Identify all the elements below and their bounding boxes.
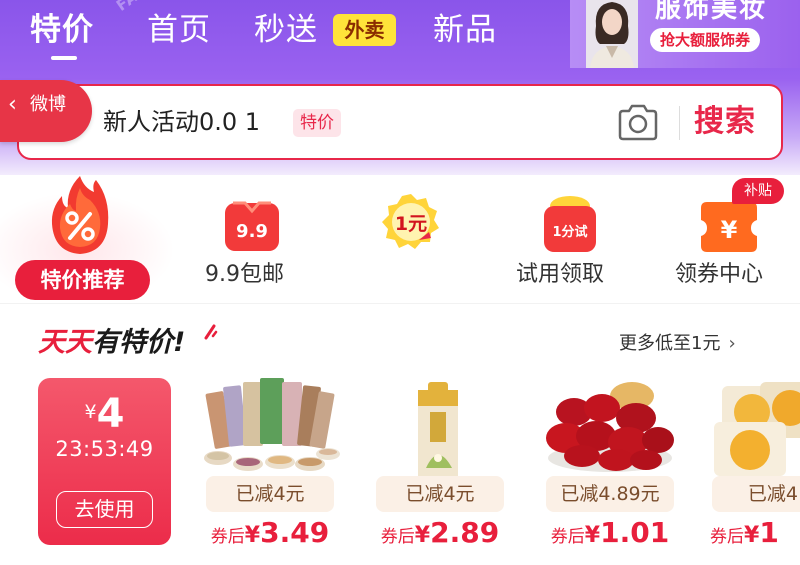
price-currency: ¥ [244, 523, 261, 548]
discount-tag: 已减4.89元 [546, 476, 674, 512]
section-title: 天天有特价! [38, 324, 185, 362]
nav-label-9-9: 9.9包邮 [205, 262, 284, 287]
takeout-badge: 外卖 [333, 14, 396, 46]
coupon-yen-icon: ¥ [701, 202, 757, 252]
product-card[interactable]: 已减4元 券后¥2.89 [366, 372, 514, 562]
nav-label-coupon-center: 领券中心 [675, 262, 764, 287]
discount-tag: 已减4元 [376, 476, 504, 512]
price-after-coupon: 券后¥1 [710, 514, 800, 556]
countdown-timer: 23:53:49 [55, 437, 154, 461]
chevron-right-icon: › [728, 333, 736, 354]
daily-deals-section: 天天有特价! 更多低至1元 › ¥4 23:53:49 去使用 已减4元 券后¥… [0, 303, 800, 565]
product-image-red-dates [546, 382, 674, 472]
discount-tag: 已减4. [712, 476, 800, 512]
product-card[interactable]: 已减4.89元 券后¥1.01 [536, 372, 684, 562]
search-tag: 特价 [293, 109, 341, 137]
percent-flame-icon [51, 176, 109, 254]
price-prefix: 券后 [710, 527, 744, 547]
section-title-red: 天天 [38, 327, 92, 358]
featured-deals-label: 特价推荐 [15, 260, 150, 300]
nav-9-9-free-shipping[interactable]: 9.9 9.9包邮 [195, 172, 305, 302]
box-9.9-icon: 9.9 [225, 201, 279, 251]
trial-icon-text: 1分试 [552, 224, 587, 240]
price-amount: 1 [759, 516, 779, 549]
price-prefix: 券后 [550, 527, 585, 547]
search-divider [679, 106, 680, 140]
price-after-coupon: 券后¥1.01 [536, 514, 684, 556]
header: FAS 特价 首页 秒送 外卖 新品 服饰美妆 抢大额服饰券 新人活动0.0 1… [0, 0, 800, 175]
price-currency: ¥ [744, 523, 760, 548]
coupon-card[interactable]: ¥4 23:53:49 去使用 [38, 378, 171, 545]
price-currency: ¥ [584, 523, 601, 548]
search-input[interactable]: 新人活动0.0 1 [103, 104, 260, 140]
model-avatar [586, 0, 638, 68]
top-tabs: FAS 特价 首页 秒送 外卖 新品 [0, 0, 560, 68]
tab-special-price[interactable]: 特价 [30, 8, 94, 52]
ad-coupon-button[interactable]: 抢大额服饰券 [650, 28, 761, 52]
camera-icon[interactable] [616, 103, 660, 143]
tab-home[interactable]: 首页 [147, 8, 211, 52]
use-coupon-button[interactable]: 去使用 [56, 491, 153, 528]
tab-instant-delivery[interactable]: 秒送 [254, 8, 318, 52]
product-image-cereal [204, 378, 340, 471]
back-link-label: 微博 [30, 94, 66, 115]
nav-label-free-trial: 试用领取 [516, 262, 605, 287]
coupon-value: 4 [96, 391, 125, 437]
product-image-egg-cakes [714, 382, 800, 476]
search-button[interactable]: 搜索 [694, 101, 756, 143]
box-icon-text: 9.9 [236, 221, 268, 242]
spark-icon [204, 324, 218, 340]
price-amount: 3.49 [260, 516, 330, 549]
coupon-icon-text: ¥ [721, 216, 738, 244]
subsidy-badge: 补贴 [732, 178, 784, 204]
coupon-currency: ¥ [84, 401, 97, 423]
quick-nav: 特价推荐 9.9 9.9包邮 1元 1分试 试用领取 ¥ 领券中心 补贴 [0, 172, 800, 302]
price-amount: 1.01 [600, 516, 670, 549]
price-after-coupon: 券后¥3.49 [196, 514, 344, 556]
price-prefix: 券后 [380, 527, 415, 547]
back-arrow-icon: ‹ [8, 92, 17, 117]
ad-title: 服饰美妆 [655, 0, 768, 24]
more-deals-label: 更多低至1元 [619, 333, 721, 354]
one-yuan-icon: 1元 [382, 194, 439, 249]
back-to-weibo-button[interactable]: ‹ 微博 [0, 80, 92, 142]
product-card[interactable]: 已减4元 券后¥3.49 [196, 372, 344, 562]
trial-bag-icon: 1分试 [544, 196, 596, 252]
discount-tag: 已减4元 [206, 476, 334, 512]
fashion-ad-banner[interactable]: 服饰美妆 抢大额服饰券 [570, 0, 800, 68]
product-card[interactable]: 已减4. 券后¥1 [702, 372, 800, 562]
section-title-dark: 有特价! [92, 327, 186, 358]
tab-new-products[interactable]: 新品 [433, 8, 497, 52]
price-currency: ¥ [414, 523, 431, 548]
one-yuan-icon-text: 1元 [395, 213, 427, 235]
price-amount: 2.89 [430, 516, 500, 549]
nav-featured-deals[interactable]: 特价推荐 [0, 172, 175, 302]
active-tab-indicator [51, 56, 77, 60]
price-prefix: 券后 [210, 527, 245, 547]
product-image-rice [418, 382, 458, 480]
watermark: FAS [113, 0, 151, 15]
nav-free-trial[interactable]: 1分试 试用领取 [510, 172, 630, 302]
price-after-coupon: 券后¥2.89 [366, 514, 514, 556]
more-deals-link[interactable]: 更多低至1元 › [619, 331, 736, 357]
search-bar[interactable]: 新人活动0.0 1 特价 搜索 [17, 84, 783, 160]
overlay-mask [295, 262, 500, 295]
